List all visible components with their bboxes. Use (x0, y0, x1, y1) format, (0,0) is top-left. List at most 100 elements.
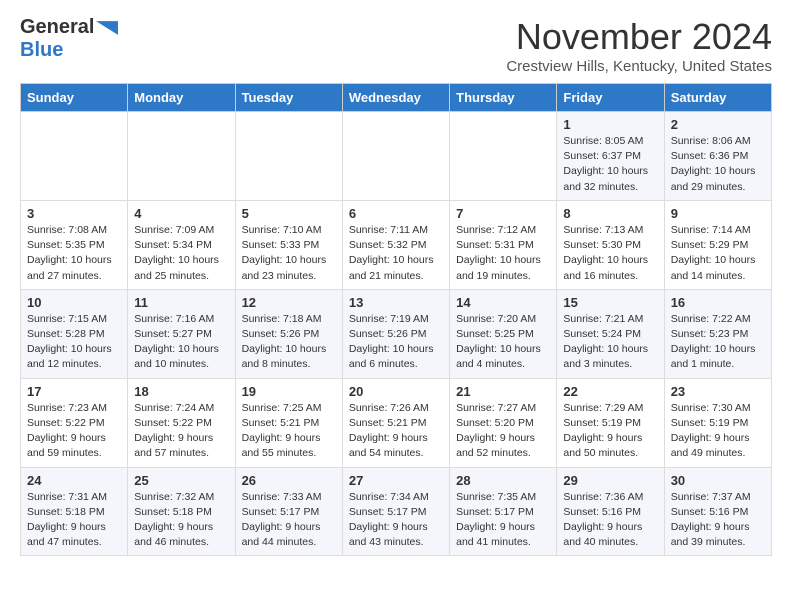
calendar-cell: 24 Sunrise: 7:31 AM Sunset: 5:18 PM Dayli… (21, 467, 128, 556)
calendar-cell: 20 Sunrise: 7:26 AM Sunset: 5:21 PM Dayli… (342, 378, 449, 467)
day-number: 22 (563, 384, 657, 399)
calendar-week-row: 17 Sunrise: 7:23 AM Sunset: 5:22 PM Dayli… (21, 378, 772, 467)
calendar-cell: 23 Sunrise: 7:30 AM Sunset: 5:19 PM Dayli… (664, 378, 771, 467)
calendar-cell: 12 Sunrise: 7:18 AM Sunset: 5:26 PM Dayli… (235, 289, 342, 378)
day-number: 20 (349, 384, 443, 399)
day-info: Sunrise: 7:30 AM Sunset: 5:19 PM Dayligh… (671, 401, 765, 462)
calendar-cell: 16 Sunrise: 7:22 AM Sunset: 5:23 PM Dayli… (664, 289, 771, 378)
logo: General Blue (20, 16, 118, 62)
calendar-table: SundayMondayTuesdayWednesdayThursdayFrid… (20, 83, 772, 556)
day-info: Sunrise: 7:21 AM Sunset: 5:24 PM Dayligh… (563, 312, 657, 373)
day-info: Sunrise: 7:37 AM Sunset: 5:16 PM Dayligh… (671, 490, 765, 551)
day-info: Sunrise: 7:26 AM Sunset: 5:21 PM Dayligh… (349, 401, 443, 462)
calendar-cell: 25 Sunrise: 7:32 AM Sunset: 5:18 PM Dayli… (128, 467, 235, 556)
day-info: Sunrise: 8:06 AM Sunset: 6:36 PM Dayligh… (671, 134, 765, 195)
day-info: Sunrise: 7:08 AM Sunset: 5:35 PM Dayligh… (27, 223, 121, 284)
weekday-header: Thursday (450, 84, 557, 112)
calendar-cell: 8 Sunrise: 7:13 AM Sunset: 5:30 PM Daylig… (557, 200, 664, 289)
calendar-cell: 14Sunrise: 7:20 AM Sunset: 5:25 PM Dayli… (450, 289, 557, 378)
calendar-cell: 26Sunrise: 7:33 AM Sunset: 5:17 PM Dayli… (235, 467, 342, 556)
day-number: 6 (349, 206, 443, 221)
day-info: Sunrise: 7:34 AM Sunset: 5:17 PM Dayligh… (349, 490, 443, 551)
calendar-cell: 15 Sunrise: 7:21 AM Sunset: 5:24 PM Dayli… (557, 289, 664, 378)
calendar-cell: 21 Sunrise: 7:27 AM Sunset: 5:20 PM Dayli… (450, 378, 557, 467)
day-number: 4 (134, 206, 228, 221)
day-number: 3 (27, 206, 121, 221)
day-info: Sunrise: 7:29 AM Sunset: 5:19 PM Dayligh… (563, 401, 657, 462)
day-info: Sunrise: 7:32 AM Sunset: 5:18 PM Dayligh… (134, 490, 228, 551)
calendar-cell: 29 Sunrise: 7:36 AM Sunset: 5:16 PM Dayli… (557, 467, 664, 556)
day-info: Sunrise: 7:11 AM Sunset: 5:32 PM Dayligh… (349, 223, 443, 284)
day-number: 19 (242, 384, 336, 399)
calendar-cell: 10Sunrise: 7:15 AM Sunset: 5:28 PM Dayli… (21, 289, 128, 378)
day-number: 18 (134, 384, 228, 399)
day-number: 25 (134, 473, 228, 488)
day-number: 13 (349, 295, 443, 310)
day-number: 24 (27, 473, 121, 488)
calendar-cell: 28Sunrise: 7:35 AM Sunset: 5:17 PM Dayli… (450, 467, 557, 556)
logo-text-blue: Blue (20, 39, 63, 61)
header-row: SundayMondayTuesdayWednesdayThursdayFrid… (21, 84, 772, 112)
calendar-cell: 7 Sunrise: 7:12 AM Sunset: 5:31 PM Daylig… (450, 200, 557, 289)
day-number: 15 (563, 295, 657, 310)
month-title: November 2024 (506, 16, 772, 58)
day-info: Sunrise: 7:14 AM Sunset: 5:29 PM Dayligh… (671, 223, 765, 284)
weekday-header: Tuesday (235, 84, 342, 112)
day-info: Sunrise: 7:31 AM Sunset: 5:18 PM Dayligh… (27, 490, 121, 551)
day-info: Sunrise: 7:13 AM Sunset: 5:30 PM Dayligh… (563, 223, 657, 284)
calendar-cell: 13Sunrise: 7:19 AM Sunset: 5:26 PM Dayli… (342, 289, 449, 378)
day-number: 12 (242, 295, 336, 310)
logo-text-general: General (20, 16, 94, 39)
day-info: Sunrise: 7:33 AM Sunset: 5:17 PM Dayligh… (242, 490, 336, 551)
day-info: Sunrise: 7:10 AM Sunset: 5:33 PM Dayligh… (242, 223, 336, 284)
calendar-cell (342, 112, 449, 201)
day-info: Sunrise: 7:20 AM Sunset: 5:25 PM Dayligh… (456, 312, 550, 373)
day-info: Sunrise: 7:09 AM Sunset: 5:34 PM Dayligh… (134, 223, 228, 284)
day-info: Sunrise: 7:24 AM Sunset: 5:22 PM Dayligh… (134, 401, 228, 462)
day-info: Sunrise: 7:22 AM Sunset: 5:23 PM Dayligh… (671, 312, 765, 373)
logo-arrow-icon (96, 21, 118, 35)
day-number: 7 (456, 206, 550, 221)
location-subtitle: Crestview Hills, Kentucky, United States (506, 58, 772, 75)
day-number: 9 (671, 206, 765, 221)
day-info: Sunrise: 7:23 AM Sunset: 5:22 PM Dayligh… (27, 401, 121, 462)
day-info: Sunrise: 8:05 AM Sunset: 6:37 PM Dayligh… (563, 134, 657, 195)
calendar-cell (128, 112, 235, 201)
calendar-cell: 3 Sunrise: 7:08 AM Sunset: 5:35 PM Daylig… (21, 200, 128, 289)
weekday-header: Sunday (21, 84, 128, 112)
day-number: 17 (27, 384, 121, 399)
calendar-cell: 2 Sunrise: 8:06 AM Sunset: 6:36 PM Daylig… (664, 112, 771, 201)
day-number: 2 (671, 117, 765, 132)
day-info: Sunrise: 7:12 AM Sunset: 5:31 PM Dayligh… (456, 223, 550, 284)
day-info: Sunrise: 7:25 AM Sunset: 5:21 PM Dayligh… (242, 401, 336, 462)
day-number: 1 (563, 117, 657, 132)
calendar-cell: 1 Sunrise: 8:05 AM Sunset: 6:37 PM Daylig… (557, 112, 664, 201)
day-number: 29 (563, 473, 657, 488)
day-number: 30 (671, 473, 765, 488)
calendar-cell: 11Sunrise: 7:16 AM Sunset: 5:27 PM Dayli… (128, 289, 235, 378)
calendar-cell: 5Sunrise: 7:10 AM Sunset: 5:33 PM Daylig… (235, 200, 342, 289)
day-number: 21 (456, 384, 550, 399)
weekday-header: Monday (128, 84, 235, 112)
calendar-week-row: 1 Sunrise: 8:05 AM Sunset: 6:37 PM Daylig… (21, 112, 772, 201)
calendar-cell: 30 Sunrise: 7:37 AM Sunset: 5:16 PM Dayli… (664, 467, 771, 556)
day-number: 23 (671, 384, 765, 399)
day-number: 8 (563, 206, 657, 221)
calendar-cell: 19 Sunrise: 7:25 AM Sunset: 5:21 PM Dayli… (235, 378, 342, 467)
day-info: Sunrise: 7:27 AM Sunset: 5:20 PM Dayligh… (456, 401, 550, 462)
day-number: 16 (671, 295, 765, 310)
weekday-header: Friday (557, 84, 664, 112)
calendar-cell: 4 Sunrise: 7:09 AM Sunset: 5:34 PM Daylig… (128, 200, 235, 289)
weekday-header: Wednesday (342, 84, 449, 112)
day-number: 28 (456, 473, 550, 488)
calendar-week-row: 10Sunrise: 7:15 AM Sunset: 5:28 PM Dayli… (21, 289, 772, 378)
calendar-cell (235, 112, 342, 201)
day-number: 10 (27, 295, 121, 310)
day-info: Sunrise: 7:36 AM Sunset: 5:16 PM Dayligh… (563, 490, 657, 551)
calendar-cell: 17 Sunrise: 7:23 AM Sunset: 5:22 PM Dayli… (21, 378, 128, 467)
calendar-cell: 6 Sunrise: 7:11 AM Sunset: 5:32 PM Daylig… (342, 200, 449, 289)
day-info: Sunrise: 7:16 AM Sunset: 5:27 PM Dayligh… (134, 312, 228, 373)
day-info: Sunrise: 7:18 AM Sunset: 5:26 PM Dayligh… (242, 312, 336, 373)
weekday-header: Saturday (664, 84, 771, 112)
calendar-cell: 18 Sunrise: 7:24 AM Sunset: 5:22 PM Dayli… (128, 378, 235, 467)
